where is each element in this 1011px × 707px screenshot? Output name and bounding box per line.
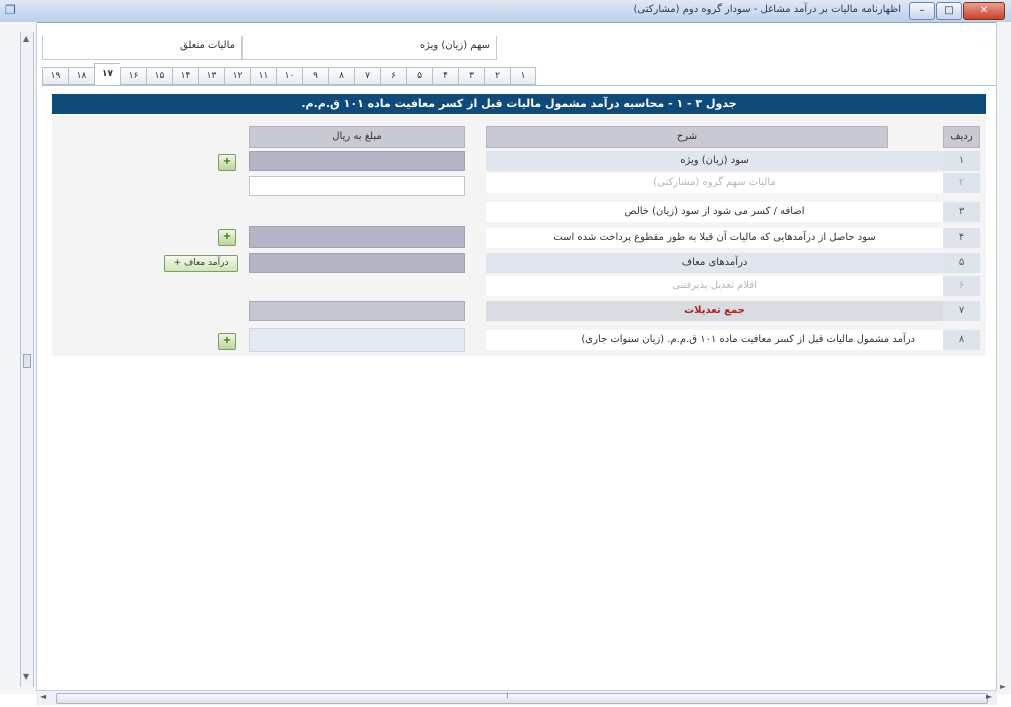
amount-field-row-5 xyxy=(249,253,465,273)
header-field-profit: سهم (زیان) ویژه xyxy=(242,36,497,60)
amount-field-total xyxy=(249,301,465,321)
title-bar: ❐ اظهارنامه مالیات بر درآمد مشاغل - سودا… xyxy=(0,0,1011,23)
horizontal-scrollbar[interactable]: ◄ ⁞ ► xyxy=(36,690,997,705)
window-controls: – □ ✕ xyxy=(909,2,1005,20)
tab-9[interactable]: ۹ xyxy=(302,67,328,85)
scroll-down-arrow[interactable]: ▼ xyxy=(23,672,29,681)
window-title: اظهارنامه مالیات بر درآمد مشاغل - سودار … xyxy=(633,4,901,15)
add-detail-button-row-1[interactable]: + xyxy=(218,154,236,171)
header-description: شرح xyxy=(486,126,888,148)
row-number: ۸ xyxy=(943,330,980,350)
scroll-up-arrow[interactable]: ▲ xyxy=(23,34,29,43)
tab-13[interactable]: ۱۳ xyxy=(198,67,224,85)
amount-input-row-2[interactable] xyxy=(249,176,465,196)
tab-2[interactable]: ۲ xyxy=(484,67,510,85)
tab-15[interactable]: ۱۵ xyxy=(146,67,172,85)
row-description-total: جمع تعدیلات xyxy=(486,301,943,321)
amount-field-row-1 xyxy=(249,151,465,171)
row-description: سود حاصل از درآمدهایی که مالیات آن قبلا … xyxy=(486,228,943,248)
app-icon[interactable]: ❐ xyxy=(5,4,17,16)
scroll-right-arrow[interactable]: ► xyxy=(986,692,992,701)
header-fields: مالیات متعلق سهم (زیان) ویژه xyxy=(42,36,997,62)
row-number: ۱ xyxy=(943,151,980,171)
row-number: ۲ xyxy=(943,173,980,193)
amount-field-row-8 xyxy=(249,328,465,352)
add-icon: + xyxy=(173,258,182,268)
tab-14[interactable]: ۱۴ xyxy=(172,67,198,85)
row-number: ۶ xyxy=(943,276,980,296)
minimize-button[interactable]: – xyxy=(909,2,935,20)
add-detail-button-row-4[interactable]: + xyxy=(218,229,236,246)
tab-19[interactable]: ۱۹ xyxy=(42,67,68,85)
row-description: درآمدهای معاف xyxy=(486,253,943,273)
row-number: ۳ xyxy=(943,202,980,222)
tab-11[interactable]: ۱۱ xyxy=(250,67,276,85)
tab-10[interactable]: ۱۰ xyxy=(276,67,302,85)
header-field-tax: مالیات متعلق xyxy=(42,36,242,60)
right-frame-arrow[interactable]: ► xyxy=(1000,682,1006,691)
row-description: مالیات سهم گروه (مشارکتی) xyxy=(486,173,943,193)
calc-table: ردیف شرح مبلغ به ریال ۱ سود (زیان) ویژه … xyxy=(52,116,986,356)
exempt-income-label: درآمد معاف xyxy=(183,258,229,268)
tab-7[interactable]: ۷ xyxy=(354,67,380,85)
tab-12[interactable]: ۱۲ xyxy=(224,67,250,85)
header-row-number: ردیف xyxy=(943,126,980,148)
tab-16[interactable]: ۱۶ xyxy=(120,67,146,85)
row-description: اضافه / کسر می شود از سود (زیان) خالص xyxy=(486,202,943,222)
amount-field-row-4 xyxy=(249,226,465,248)
row-number: ۵ xyxy=(943,253,980,273)
tab-17[interactable]: ۱۷ xyxy=(94,63,120,85)
header-amount: مبلغ به ریال xyxy=(249,126,465,148)
maximize-button[interactable]: □ xyxy=(936,2,962,20)
scroll-grip-icon: ⁞ xyxy=(506,691,509,700)
add-detail-button-row-8[interactable]: + xyxy=(218,333,236,350)
tab-8[interactable]: ۸ xyxy=(328,67,354,85)
tab-6[interactable]: ۶ xyxy=(380,67,406,85)
left-frame: ▲ ▼ xyxy=(0,22,37,694)
scroll-left-arrow[interactable]: ◄ xyxy=(40,692,46,701)
scroll-thumb[interactable] xyxy=(23,354,31,368)
tab-3[interactable]: ۳ xyxy=(458,67,484,85)
close-button[interactable]: ✕ xyxy=(963,2,1005,20)
table-banner: جدول ۳ - ۱ - محاسبه درآمد مشمول مالیات ق… xyxy=(52,94,986,114)
row-description: درآمد مشمول مالیات قبل از کسر معافیت ماد… xyxy=(486,330,943,350)
tab-18[interactable]: ۱۸ xyxy=(68,67,94,85)
row-description: اقلام تعدیل پذیرفتنی xyxy=(486,276,943,296)
exempt-income-button[interactable]: درآمد معاف + xyxy=(164,255,238,272)
horizontal-scroll-thumb[interactable] xyxy=(56,693,988,704)
page-tabs: ۱۹ ۱۸ ۱۷ ۱۶ ۱۵ ۱۴ ۱۳ ۱۲ ۱۱ ۱۰ ۹ ۸ ۷ ۶ ۵ … xyxy=(42,63,536,85)
vertical-scrollbar[interactable]: ▲ ▼ xyxy=(20,32,34,687)
row-description: سود (زیان) ویژه xyxy=(486,151,943,171)
tab-1[interactable]: ۱ xyxy=(510,67,536,85)
row-number: ۴ xyxy=(943,228,980,248)
right-frame: ► xyxy=(996,22,1011,694)
tab-divider xyxy=(42,85,997,86)
tab-5[interactable]: ۵ xyxy=(406,67,432,85)
row-number: ۷ xyxy=(943,301,980,321)
tab-4[interactable]: ۴ xyxy=(432,67,458,85)
